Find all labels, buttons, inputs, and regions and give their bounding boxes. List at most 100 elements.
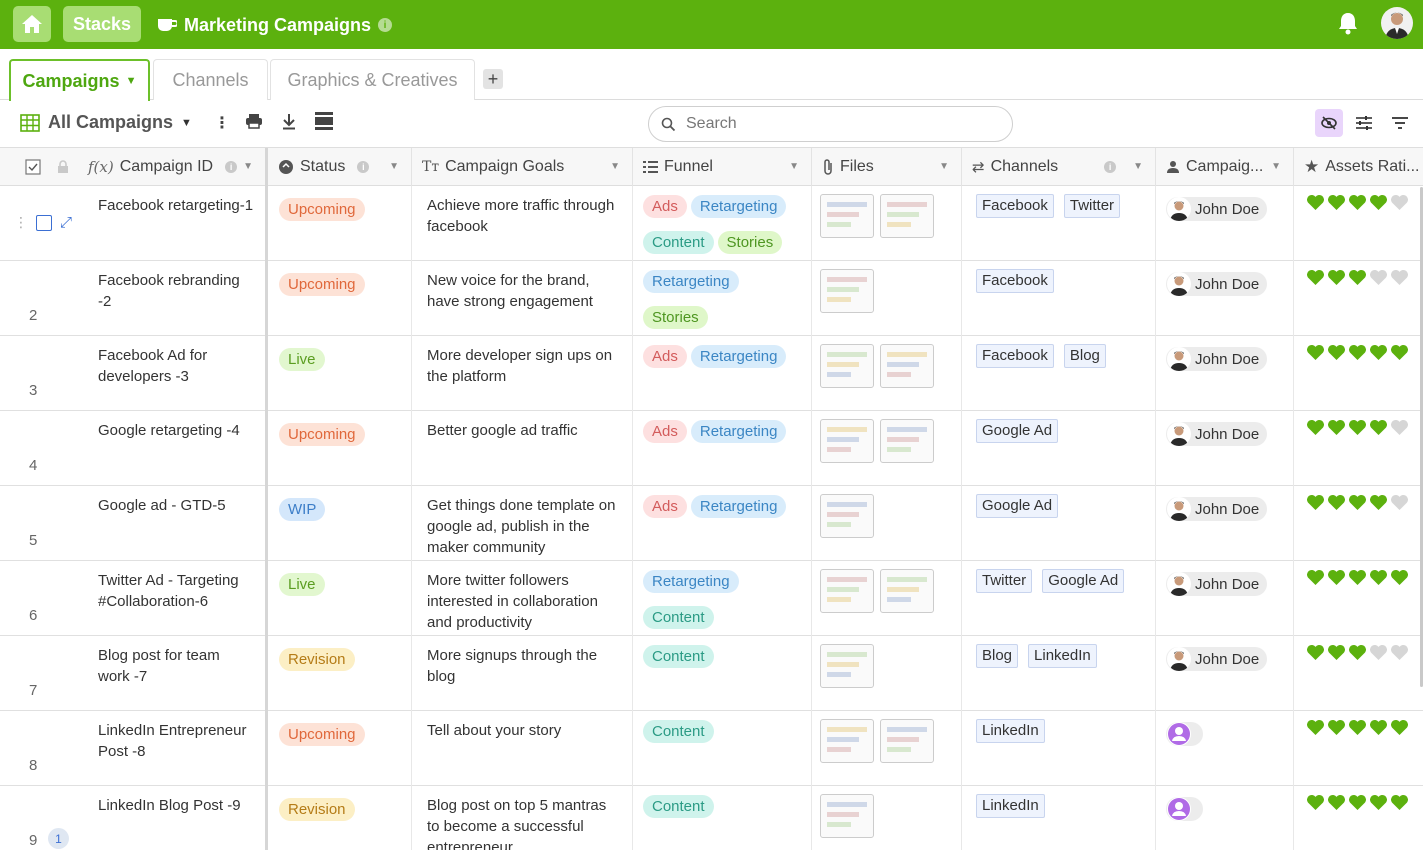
campaign-owner-cell[interactable]: John Doe (1156, 561, 1294, 636)
files-cell[interactable] (812, 711, 962, 786)
status-cell[interactable]: Upcoming (268, 261, 412, 336)
owner-chip[interactable]: John Doe (1166, 497, 1268, 521)
channel-link[interactable]: LinkedIn (976, 794, 1045, 818)
heart-icon[interactable] (1348, 494, 1367, 511)
campaign-owner-cell[interactable] (1156, 786, 1294, 850)
campaign-goals-cell[interactable]: More twitter followers interested in col… (412, 561, 633, 636)
header-campaign-owner[interactable]: Campaig... ▼ (1156, 148, 1294, 186)
file-thumbnail[interactable] (880, 569, 934, 613)
info-icon[interactable]: i (357, 161, 370, 173)
owner-chip[interactable] (1166, 722, 1203, 746)
file-thumbnail[interactable] (820, 794, 874, 838)
owner-chip[interactable]: John Doe (1166, 647, 1268, 671)
heart-icon[interactable] (1369, 419, 1388, 436)
table-row[interactable]: 1 ⋮⤢ Facebook retargeting-1 Upcoming Ach… (0, 186, 1423, 261)
table-row[interactable]: 3 Facebook Ad for developers -3 Live Mor… (0, 336, 1423, 411)
hide-fields-icon[interactable] (1315, 109, 1343, 137)
status-cell[interactable]: Upcoming (268, 711, 412, 786)
heart-icon[interactable] (1306, 794, 1325, 811)
files-cell[interactable] (812, 561, 962, 636)
campaign-owner-cell[interactable]: John Doe (1156, 411, 1294, 486)
campaign-goals-cell[interactable]: Tell about your story (412, 711, 633, 786)
heart-icon[interactable] (1306, 494, 1325, 511)
heart-icon[interactable] (1369, 194, 1388, 211)
file-thumbnail[interactable] (880, 344, 934, 388)
tab-channels[interactable]: Channels (153, 59, 268, 100)
channel-link[interactable]: Blog (1063, 344, 1106, 368)
files-cell[interactable] (812, 636, 962, 711)
table-row[interactable]: 2 Facebook rebranding -2 Upcoming New vo… (0, 261, 1423, 336)
files-cell[interactable] (812, 186, 962, 261)
assets-rating-cell[interactable] (1294, 786, 1423, 850)
heart-icon[interactable] (1390, 569, 1409, 586)
file-thumbnail[interactable] (880, 719, 934, 763)
heart-icon[interactable] (1327, 344, 1346, 361)
assets-rating-cell[interactable] (1294, 411, 1423, 486)
heart-icon[interactable] (1327, 644, 1346, 661)
channel-link[interactable]: Blog (976, 644, 1019, 668)
channels-cell[interactable]: Google Ad (962, 411, 1156, 486)
owner-chip[interactable]: John Doe (1166, 347, 1268, 371)
status-cell[interactable]: Live (268, 561, 412, 636)
channel-link[interactable]: Google Ad (976, 494, 1059, 518)
campaign-id-cell[interactable]: Google retargeting -4 (78, 411, 268, 486)
channels-cell[interactable]: Facebook Twitter (962, 186, 1156, 261)
channel-link[interactable]: Facebook (976, 269, 1054, 293)
funnel-cell[interactable]: Content (633, 786, 812, 850)
heart-icon[interactable] (1390, 269, 1409, 286)
caret-down-icon[interactable]: ▼ (939, 161, 949, 172)
checkbox-icon[interactable] (25, 159, 41, 175)
files-cell[interactable] (812, 486, 962, 561)
heart-icon[interactable] (1327, 194, 1346, 211)
campaign-id-cell[interactable]: Blog post for team work -7 (78, 636, 268, 711)
assets-rating-cell[interactable] (1294, 636, 1423, 711)
file-thumbnail[interactable] (820, 344, 874, 388)
campaign-goals-cell[interactable]: Blog post on top 5 mantras to become a s… (412, 786, 633, 850)
table-row[interactable]: 7 Blog post for team work -7 Revision Mo… (0, 636, 1423, 711)
file-thumbnail[interactable] (880, 419, 934, 463)
table-row[interactable]: 8 LinkedIn Entrepreneur Post -8 Upcoming… (0, 711, 1423, 786)
campaign-goals-cell[interactable]: New voice for the brand, have strong eng… (412, 261, 633, 336)
campaign-goals-cell[interactable]: Achieve more traffic through facebook (412, 186, 633, 261)
assets-rating-cell[interactable] (1294, 561, 1423, 636)
campaign-goals-cell[interactable]: Get things done template on google ad, p… (412, 486, 633, 561)
channels-cell[interactable]: Facebook Blog (962, 336, 1156, 411)
view-selector[interactable]: All Campaigns ▼ (20, 112, 192, 133)
user-avatar[interactable] (1381, 7, 1413, 39)
caret-down-icon[interactable]: ▼ (1271, 161, 1281, 172)
caret-down-icon[interactable]: ▼ (610, 161, 620, 172)
heart-icon[interactable] (1390, 794, 1409, 811)
campaign-id-cell[interactable]: LinkedIn Blog Post -9 (78, 786, 268, 850)
heart-icon[interactable] (1306, 569, 1325, 586)
header-funnel[interactable]: Funnel ▼ (633, 148, 812, 186)
status-cell[interactable]: Revision (268, 636, 412, 711)
channel-link[interactable]: Facebook (976, 194, 1054, 218)
campaign-owner-cell[interactable]: John Doe (1156, 261, 1294, 336)
heart-icon[interactable] (1390, 194, 1409, 211)
tab-campaigns[interactable]: Campaigns ▼ (9, 59, 150, 101)
heart-icon[interactable] (1348, 644, 1367, 661)
file-thumbnail[interactable] (820, 419, 874, 463)
comment-count-badge[interactable]: 1 (48, 828, 69, 849)
heart-icon[interactable] (1306, 719, 1325, 736)
header-assets-rating[interactable]: ★ Assets Rati... (1294, 148, 1423, 186)
header-campaign-id[interactable]: f(x) Campaign ID i ▼ (78, 148, 268, 186)
heart-icon[interactable] (1306, 194, 1325, 211)
assets-rating-cell[interactable] (1294, 336, 1423, 411)
channels-cell[interactable]: Google Ad (962, 486, 1156, 561)
heart-icon[interactable] (1306, 269, 1325, 286)
header-files[interactable]: Files ▼ (812, 148, 962, 186)
channel-link[interactable]: LinkedIn (1028, 644, 1097, 668)
download-icon[interactable] (281, 113, 297, 135)
heart-icon[interactable] (1390, 644, 1409, 661)
caret-down-icon[interactable]: ▼ (1133, 161, 1143, 172)
home-button[interactable] (13, 6, 51, 42)
funnel-cell[interactable]: Retargeting Content (633, 561, 812, 636)
files-cell[interactable] (812, 786, 962, 850)
channel-link[interactable]: Twitter (1063, 194, 1121, 218)
campaign-id-cell[interactable]: Facebook retargeting-1 (78, 186, 268, 261)
tab-graphics-creatives[interactable]: Graphics & Creatives (270, 59, 475, 100)
stacks-button[interactable]: Stacks (63, 6, 141, 42)
status-cell[interactable]: Upcoming (268, 186, 412, 261)
channels-cell[interactable]: Blog LinkedIn (962, 636, 1156, 711)
